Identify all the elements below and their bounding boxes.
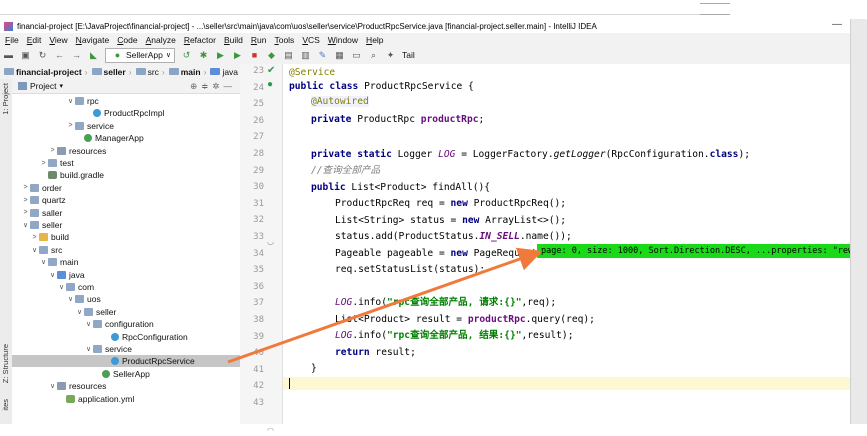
fold-icon[interactable]: ◠: [267, 426, 277, 436]
annotation-arrow: [227, 247, 543, 364]
arrow-line: [227, 247, 543, 364]
